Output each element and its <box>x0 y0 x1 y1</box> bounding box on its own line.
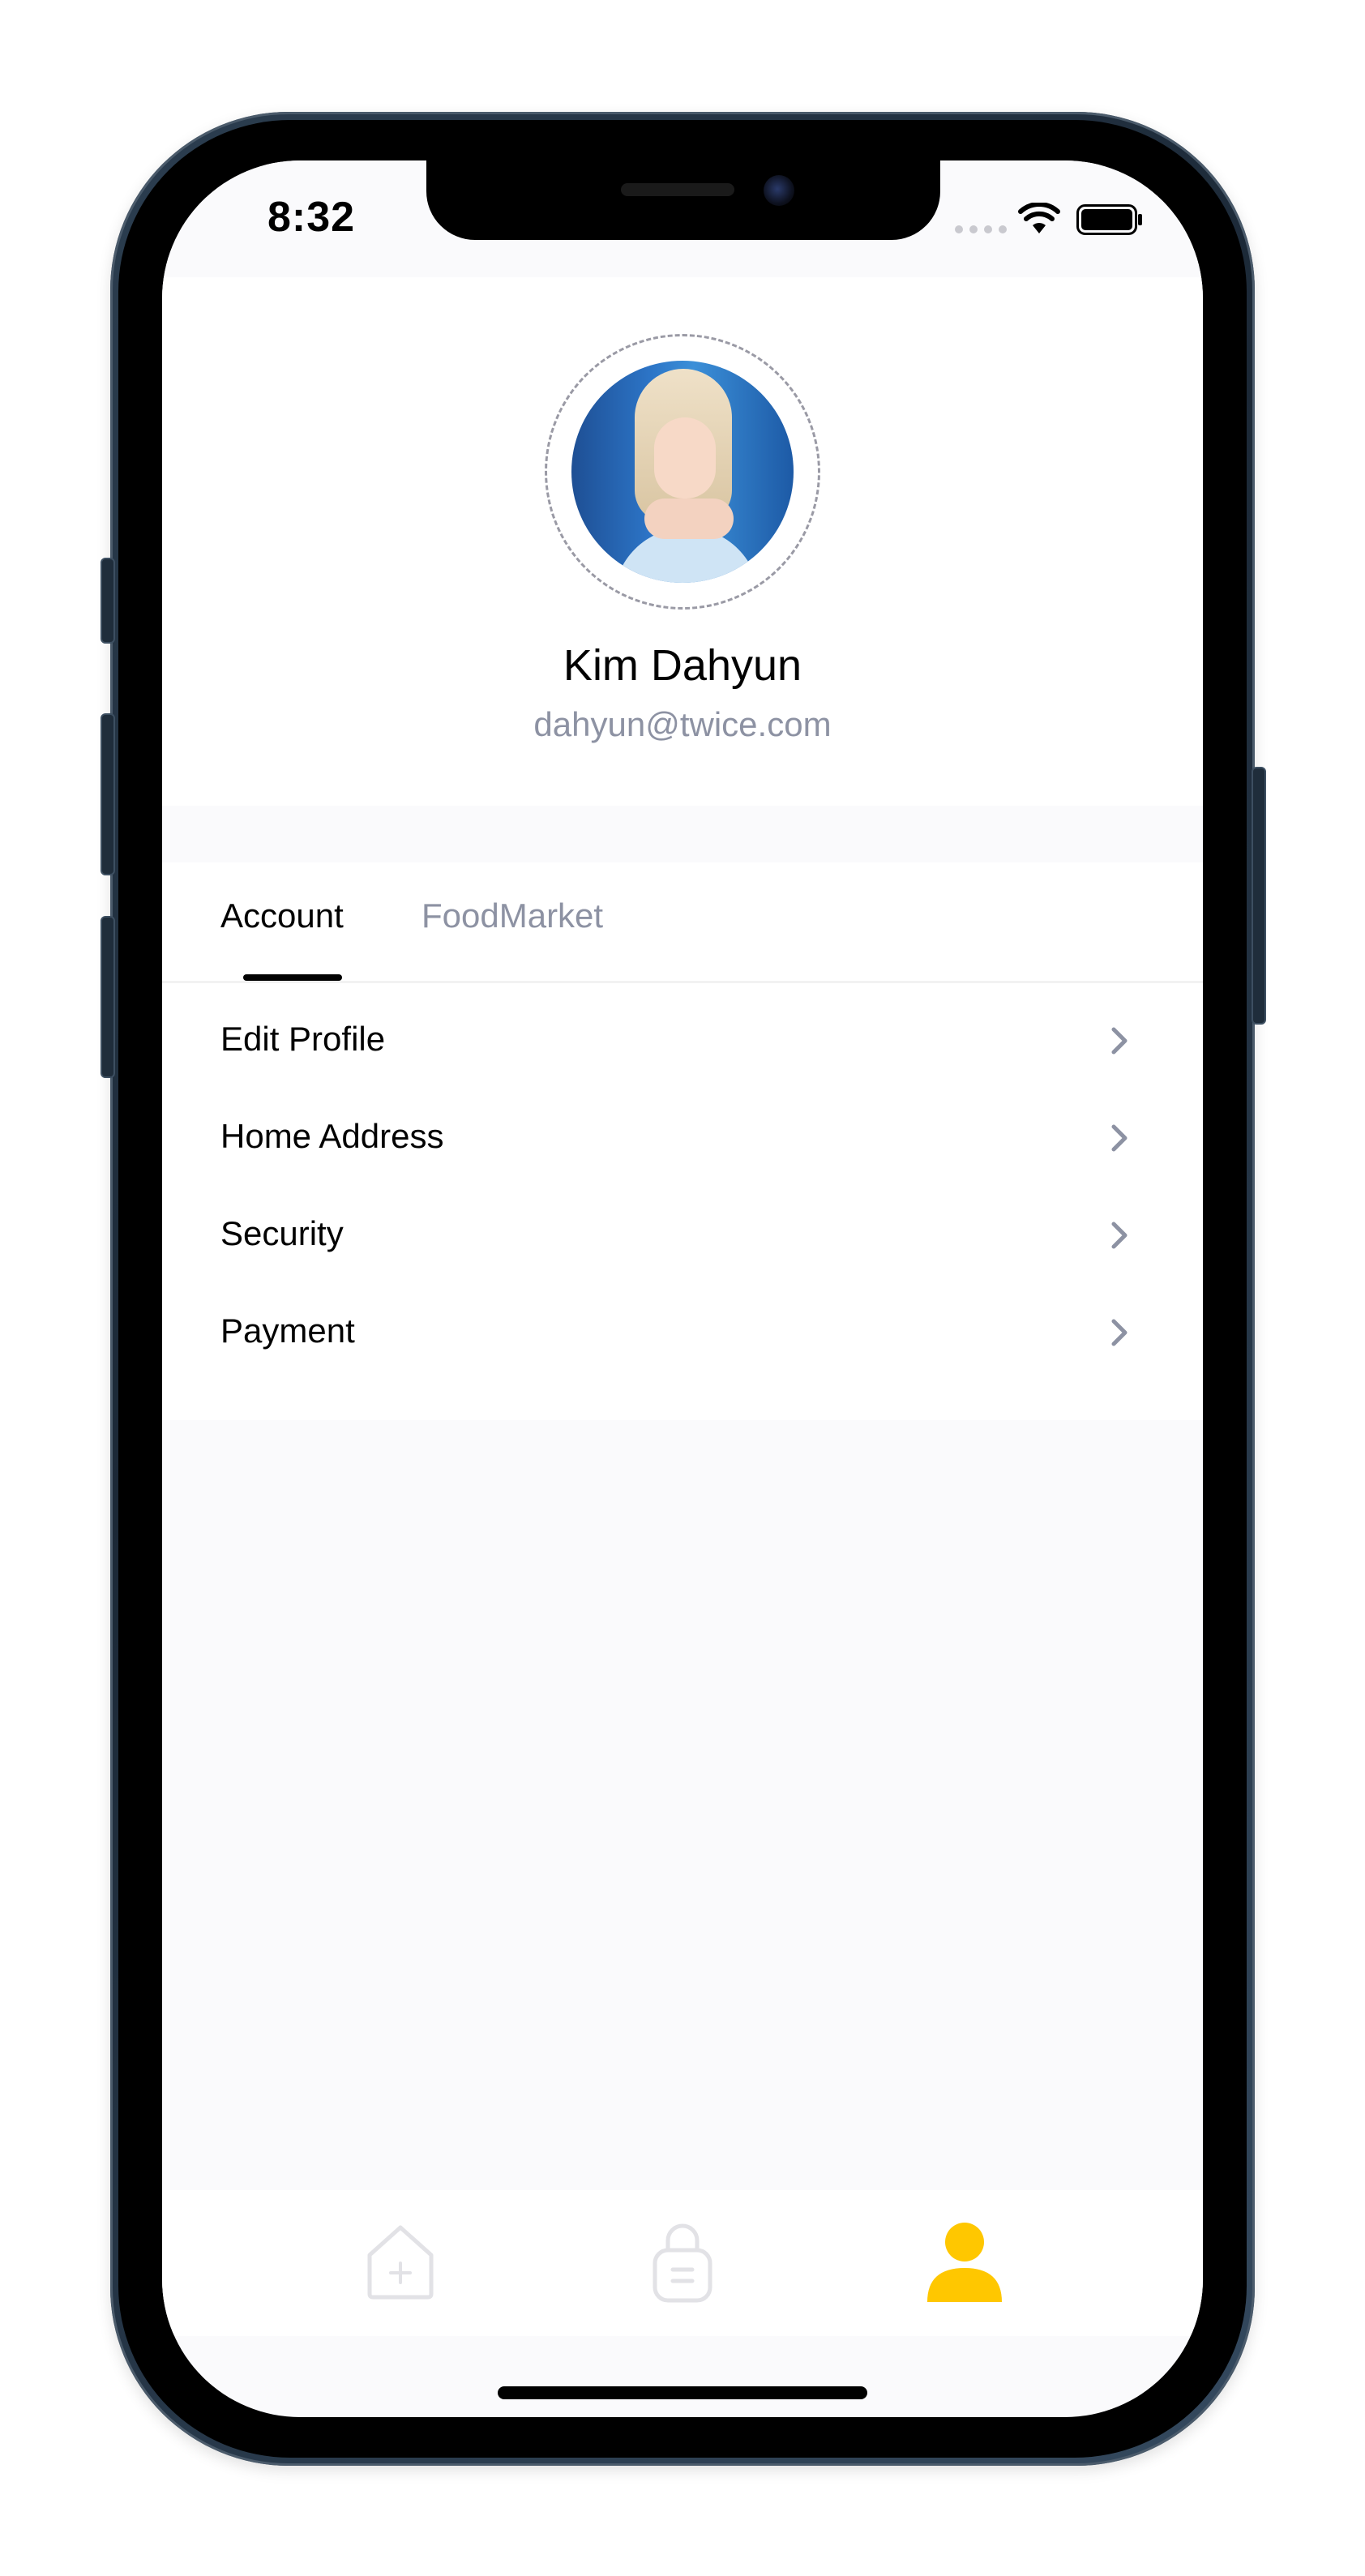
profile-name: Kim Dahyun <box>563 641 802 690</box>
chevron-right-icon <box>1111 1124 1128 1152</box>
cellular-signal-icon <box>955 225 1007 233</box>
account-menu-card: Account FoodMarket Edit Profile Home Add… <box>162 862 1203 1420</box>
status-bar: 8:32 <box>162 160 1203 277</box>
volume-down-button <box>101 916 115 1078</box>
menu-item-label: Payment <box>220 1312 355 1350</box>
status-time: 8:32 <box>267 194 356 241</box>
menu-item-edit-profile[interactable]: Edit Profile <box>162 992 1203 1089</box>
notch <box>426 160 940 240</box>
bottom-navigation <box>162 2190 1203 2336</box>
user-icon[interactable] <box>924 2221 1005 2305</box>
speaker-grille <box>621 183 734 196</box>
chevron-right-icon <box>1111 1027 1128 1055</box>
menu-item-home-address[interactable]: Home Address <box>162 1089 1203 1187</box>
chevron-right-icon <box>1111 1319 1128 1346</box>
tab-divider <box>162 981 1203 983</box>
chevron-right-icon <box>1111 1222 1128 1249</box>
menu-item-label: Home Address <box>220 1117 444 1155</box>
camera-icon <box>764 175 794 206</box>
home-indicator[interactable] <box>498 2386 867 2399</box>
menu-item-payment[interactable]: Payment <box>162 1284 1203 1381</box>
shopping-bag-icon[interactable] <box>648 2223 717 2304</box>
menu-item-security[interactable]: Security <box>162 1187 1203 1284</box>
tab-foodmarket[interactable]: FoodMarket <box>421 896 603 935</box>
wifi-icon <box>1018 203 1060 233</box>
home-icon[interactable] <box>363 2223 438 2300</box>
volume-up-button <box>101 713 115 875</box>
menu-item-label: Security <box>220 1214 344 1252</box>
power-button <box>1252 767 1266 1025</box>
tab-account[interactable]: Account <box>220 896 344 935</box>
avatar[interactable] <box>571 361 794 583</box>
active-tab-indicator <box>243 974 342 981</box>
battery-icon <box>1076 204 1142 235</box>
app-screen: 8:32 Kim Dahyun dahyun@twice.com Account… <box>162 160 1203 2417</box>
profile-header: Kim Dahyun dahyun@twice.com <box>162 277 1203 806</box>
profile-email: dahyun@twice.com <box>533 705 832 743</box>
menu-item-label: Edit Profile <box>220 1020 386 1058</box>
avatar-ring <box>545 334 820 610</box>
silent-switch <box>101 558 115 644</box>
